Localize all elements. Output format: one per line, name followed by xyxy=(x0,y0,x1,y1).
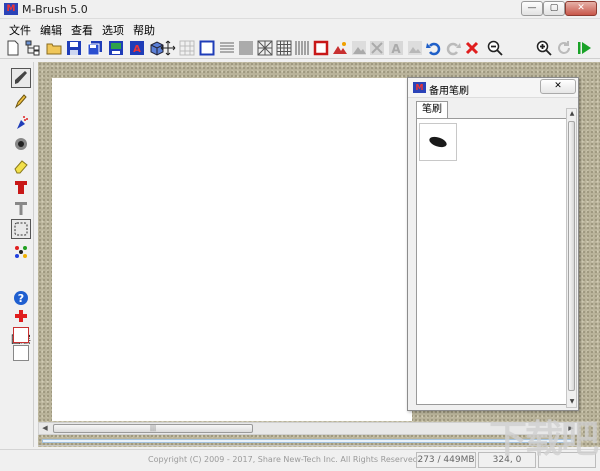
svg-text:A: A xyxy=(133,44,141,55)
red-frame-icon[interactable] xyxy=(312,39,329,56)
menu-help[interactable]: 帮助 xyxy=(133,20,155,37)
menu-bar: 文件 编辑 查看 选项 帮助 xyxy=(0,20,600,37)
add-layer-icon[interactable] xyxy=(11,306,31,326)
menu-options[interactable]: 选项 xyxy=(102,20,124,37)
save-all-icon[interactable] xyxy=(86,39,103,56)
grid-disabled-icon[interactable] xyxy=(178,39,195,56)
frame-icon[interactable] xyxy=(198,39,215,56)
radial-grid-icon[interactable] xyxy=(256,39,273,56)
scroll-left-arrow-icon[interactable]: ◀ xyxy=(39,423,51,434)
svg-text:?: ? xyxy=(18,292,24,305)
play-icon[interactable] xyxy=(575,39,592,56)
menu-file[interactable]: 文件 xyxy=(9,20,31,37)
brush-tool-icon[interactable] xyxy=(11,68,31,88)
window-title: M-Brush 5.0 xyxy=(22,3,88,16)
brush-panel: M 备用笔刷 ✕ 笔刷 xyxy=(407,77,579,411)
watermark-logo: 下载吧 xyxy=(488,417,599,461)
image-disabled-icon[interactable] xyxy=(406,39,423,56)
brush-panel-scrollbar[interactable]: ▲ ▼ xyxy=(566,108,577,408)
zoom-in-icon[interactable] xyxy=(535,39,552,56)
text-outline-tool-icon[interactable] xyxy=(11,198,31,218)
menu-view[interactable]: 查看 xyxy=(71,20,93,37)
lines-dense-icon[interactable] xyxy=(237,39,254,56)
close-button[interactable]: ✕ xyxy=(565,1,597,16)
brush-preset[interactable] xyxy=(419,123,457,161)
lines-thin-icon[interactable] xyxy=(218,39,235,56)
save-as-icon[interactable]: A xyxy=(128,39,145,56)
layer-thumb[interactable] xyxy=(11,343,31,363)
tab-brush[interactable]: 笔刷 xyxy=(416,101,448,118)
copyright-text: Copyright (C) 2009 - 2017, Share New-Tec… xyxy=(148,455,421,464)
scroll-up-arrow-icon[interactable]: ▲ xyxy=(568,110,576,118)
brush-panel-titlebar[interactable]: M 备用笔刷 ✕ xyxy=(408,78,578,98)
brush-panel-close-button[interactable]: ✕ xyxy=(540,79,576,94)
eraser-tool-icon[interactable] xyxy=(11,156,31,176)
effect-landscape-icon[interactable] xyxy=(331,39,348,56)
svg-text:A: A xyxy=(391,42,401,56)
scroll-down-arrow-icon[interactable]: ▼ xyxy=(568,398,576,406)
zoom-out-icon[interactable] xyxy=(486,39,503,56)
spray-tool-icon[interactable] xyxy=(11,112,31,132)
grid-icon[interactable] xyxy=(275,39,292,56)
brush-panel-title: 备用笔刷 xyxy=(429,86,469,97)
text-tool-icon[interactable] xyxy=(11,177,31,197)
brush-list xyxy=(416,118,574,405)
crop-disabled-icon[interactable] xyxy=(368,39,385,56)
move-arrows-icon[interactable] xyxy=(159,39,176,56)
blur-tool-icon[interactable] xyxy=(11,134,31,154)
new-file-icon[interactable] xyxy=(4,39,21,56)
pencil-tool-icon[interactable] xyxy=(11,91,31,111)
refresh-disabled-icon[interactable] xyxy=(555,39,572,56)
redo-icon[interactable] xyxy=(444,39,461,56)
landscape-disabled-icon[interactable] xyxy=(350,39,367,56)
text-disabled-icon[interactable]: A xyxy=(387,39,404,56)
color-palette-icon[interactable] xyxy=(11,242,31,262)
brush-stroke-icon xyxy=(429,136,447,148)
toolbar: A A 1 xyxy=(0,37,600,93)
vertical-scroll-thumb[interactable] xyxy=(568,121,575,391)
select-tool-icon[interactable] xyxy=(11,219,31,239)
export-image-icon[interactable] xyxy=(107,39,124,56)
save-icon[interactable] xyxy=(65,39,82,56)
help-icon[interactable]: ? xyxy=(11,288,31,308)
app-logo-icon: M xyxy=(4,3,18,15)
title-bar: M M-Brush 5.0 — ▢ ✕ xyxy=(0,0,600,19)
vertical-lines-icon[interactable] xyxy=(293,39,310,56)
tools-panel: 图层 ? xyxy=(0,62,34,447)
undo-icon[interactable] xyxy=(425,39,442,56)
delete-icon[interactable] xyxy=(463,39,480,56)
drawing-canvas[interactable] xyxy=(52,78,412,421)
maximize-button[interactable]: ▢ xyxy=(543,1,565,16)
memory-usage: 273 / 449MB xyxy=(416,452,476,468)
layer-thumb-active[interactable] xyxy=(11,325,31,345)
scrollbar-thumb[interactable]: ||| xyxy=(53,424,253,433)
minimize-button[interactable]: — xyxy=(521,1,543,16)
open-folder-icon[interactable] xyxy=(45,39,62,56)
tree-icon[interactable] xyxy=(24,39,41,56)
menu-edit[interactable]: 编辑 xyxy=(40,20,62,37)
panel-logo-icon: M xyxy=(413,82,426,93)
